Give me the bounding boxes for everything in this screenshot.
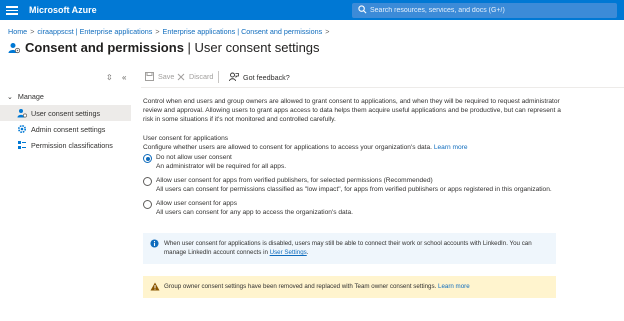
section-description: Configure whether users are allowed to c… bbox=[143, 144, 468, 151]
radio-option-description: All users can consent for permissions cl… bbox=[156, 186, 552, 193]
breadcrumb-home[interactable]: Home bbox=[8, 27, 27, 36]
search-icon bbox=[358, 5, 367, 14]
discard-button[interactable]: Discard bbox=[177, 72, 213, 81]
radio-button[interactable] bbox=[143, 200, 152, 209]
user-settings-icon bbox=[17, 109, 27, 118]
warning-banner-text: Group owner consent settings have been r… bbox=[164, 283, 470, 290]
warning-banner-message: Group owner consent settings have been r… bbox=[164, 283, 439, 290]
collapse-nav-icon[interactable]: « bbox=[122, 73, 126, 82]
radio-option-description: An administrator will be required for al… bbox=[156, 163, 287, 170]
radio-option-title: Do not allow user consent bbox=[156, 154, 232, 161]
toolbar-divider-line bbox=[141, 87, 624, 88]
feedback-icon bbox=[229, 72, 239, 82]
portal-brand[interactable]: Microsoft Azure bbox=[29, 5, 97, 15]
radio-option-title: Allow user consent for apps from verifie… bbox=[156, 177, 433, 184]
save-button[interactable]: Save bbox=[145, 72, 174, 81]
top-bar: Microsoft Azure bbox=[0, 0, 624, 20]
info-banner-tail: . bbox=[306, 249, 309, 256]
search-input[interactable] bbox=[370, 4, 610, 17]
nav-group-manage[interactable]: ⌄ Manage bbox=[7, 92, 44, 101]
intro-text: Control when end users and group owners … bbox=[143, 98, 561, 123]
breadcrumb-separator: > bbox=[30, 27, 35, 36]
nav-group-label: Manage bbox=[17, 92, 44, 101]
info-banner-text: When user consent for applications is di… bbox=[164, 239, 544, 257]
consent-settings-icon bbox=[8, 43, 20, 54]
warning-learn-more-link[interactable]: Learn more bbox=[438, 283, 470, 290]
nav-item-label: Permission classifications bbox=[31, 141, 113, 150]
radio-button[interactable] bbox=[143, 177, 152, 186]
breadcrumb-separator: > bbox=[325, 27, 330, 36]
user-settings-link[interactable]: User Settings bbox=[270, 249, 307, 256]
gear-icon bbox=[17, 124, 27, 134]
nav-item-admin-consent-settings[interactable]: Admin consent settings bbox=[0, 121, 131, 137]
breadcrumb-consent-permissions[interactable]: Enterprise applications | Consent and pe… bbox=[163, 27, 323, 36]
page-title: Consent and permissions | User consent s… bbox=[25, 40, 320, 55]
info-banner-message: When user consent for applications is di… bbox=[164, 240, 532, 256]
save-label: Save bbox=[158, 72, 175, 81]
nav-sort-icon[interactable]: ⇳ bbox=[106, 73, 113, 82]
breadcrumb: Home > ciraappscst | Enterprise applicatio… bbox=[8, 27, 332, 36]
radio-option-description: All users can consent for any app to acc… bbox=[156, 209, 353, 216]
more-options-button[interactable]: ··· bbox=[303, 41, 313, 52]
section-description-text: Configure whether users are allowed to c… bbox=[143, 144, 432, 151]
feedback-button[interactable]: Got feedback? bbox=[229, 72, 290, 82]
page-title-sub: | User consent settings bbox=[183, 40, 320, 55]
feedback-label: Got feedback? bbox=[243, 72, 290, 82]
discard-label: Discard bbox=[189, 72, 214, 81]
nav-item-permission-classifications[interactable]: Permission classifications bbox=[0, 137, 131, 153]
nav-item-label: User consent settings bbox=[31, 109, 101, 118]
learn-more-link[interactable]: Learn more bbox=[434, 144, 468, 151]
info-banner: When user consent for applications is di… bbox=[143, 233, 556, 264]
nav-item-label: Admin consent settings bbox=[31, 125, 106, 134]
radio-button[interactable] bbox=[143, 154, 152, 163]
global-search[interactable] bbox=[352, 3, 617, 18]
chevron-down-icon: ⌄ bbox=[7, 94, 13, 101]
toolbar-divider bbox=[218, 71, 219, 83]
warning-icon bbox=[150, 282, 160, 291]
nav-item-user-consent-settings[interactable]: User consent settings bbox=[0, 105, 131, 121]
classification-icon bbox=[18, 141, 26, 149]
info-icon bbox=[150, 239, 159, 248]
save-icon bbox=[145, 72, 154, 81]
close-icon bbox=[177, 73, 185, 80]
breadcrumb-separator: > bbox=[155, 27, 160, 36]
hamburger-menu-icon[interactable] bbox=[6, 4, 18, 16]
breadcrumb-tenant-enterprise-apps[interactable]: ciraappscst | Enterprise applications bbox=[37, 27, 152, 36]
page-title-main: Consent and permissions bbox=[25, 40, 184, 55]
section-label: User consent for applications bbox=[143, 135, 229, 142]
warning-banner: Group owner consent settings have been r… bbox=[143, 276, 556, 298]
radio-option-title: Allow user consent for apps bbox=[156, 200, 237, 207]
